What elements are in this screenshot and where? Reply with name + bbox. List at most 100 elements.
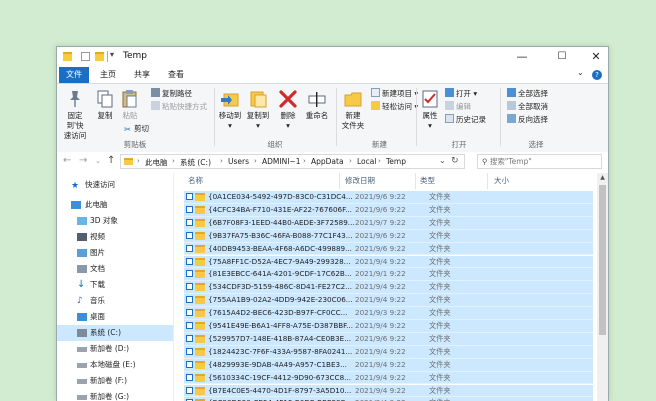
table-row[interactable]: {75A8FF1C-D52A-4EC7-9A49-299328... 2021/9… — [184, 255, 593, 269]
paste-button[interactable]: 粘贴 — [119, 87, 141, 121]
row-checkbox[interactable] — [186, 296, 193, 304]
customize-qat-icon[interactable]: ▾ — [110, 50, 114, 59]
column-header-type[interactable]: 类型 — [420, 173, 435, 189]
table-row[interactable]: {BC98D530-CE54-4F15-B0DB-BBE59E...2021/9… — [184, 397, 593, 401]
recent-locations-icon[interactable]: ⌄ — [95, 157, 101, 165]
row-checkbox[interactable] — [186, 283, 193, 291]
properties-quick-icon[interactable] — [81, 52, 90, 61]
column-header-name[interactable]: 名称 — [188, 173, 203, 189]
nav-item-drive-f[interactable]: 新加卷 (F:) — [57, 373, 173, 389]
nav-item-this-pc[interactable]: 此电脑 — [57, 197, 173, 213]
minimize-button[interactable]: — — [505, 47, 539, 67]
nav-item-desktop[interactable]: 桌面 — [57, 309, 173, 325]
copy-to-button[interactable]: 复制到 ▾ — [245, 87, 271, 131]
column-divider[interactable] — [487, 173, 488, 189]
nav-item-drive-e[interactable]: 本地磁盘 (E:) — [57, 357, 173, 373]
copy-path-button[interactable]: 复制路径 — [151, 88, 192, 99]
scrollbar-thumb[interactable] — [599, 185, 606, 335]
address-bar[interactable]: › 此电脑 › 系统 (C:) › Users › ADMINI~1 › App… — [120, 154, 465, 169]
column-header-date[interactable]: 修改日期 — [345, 173, 375, 189]
history-button[interactable]: 历史记录 — [445, 114, 486, 125]
table-row[interactable]: {81E3EBCC-641A-4201-9CDF-17C62B... 2021/9… — [184, 268, 593, 282]
table-row[interactable]: {529957D7-148E-418B-87A4-CE0B3E... 2021/9… — [184, 332, 593, 346]
nav-item-drive-d[interactable]: 新加卷 (D:) — [57, 341, 173, 357]
new-folder-quick-icon[interactable] — [95, 52, 104, 61]
table-row[interactable]: {5610334C-19CF-4412-9D90-673CC8... 2021/9… — [184, 371, 593, 385]
properties-button[interactable]: 属性 ▾ — [419, 87, 441, 131]
table-row[interactable]: {534CDF3D-5159-486C-8D41-FE27C2... 2021/9… — [184, 281, 593, 295]
breadcrumb-users[interactable]: Users — [228, 157, 249, 166]
edit-button[interactable]: 编辑 — [445, 101, 471, 112]
delete-button[interactable]: 删除 ▾ — [277, 87, 299, 131]
nav-item-3d-objects[interactable]: 3D 对象 — [57, 213, 173, 229]
breadcrumb-local[interactable]: Local — [357, 157, 376, 166]
help-icon[interactable]: ? — [592, 70, 602, 80]
close-button[interactable]: ✕ — [579, 47, 608, 67]
table-row[interactable]: {9B37FA75-B36C-46FA-B088-77C1F43... 2021/… — [184, 229, 593, 243]
table-row[interactable]: {755AA1B9-02A2-4DD9-942E-230C06... 2021/9… — [184, 294, 593, 308]
breadcrumb-system-c[interactable]: 系统 (C:) — [180, 157, 211, 168]
table-row[interactable]: {40DB9453-BEAA-4F68-A6DC-499889... 2021/9… — [184, 242, 593, 256]
rename-button[interactable]: 重命名 — [302, 87, 332, 121]
column-divider[interactable] — [415, 173, 416, 189]
column-header-size[interactable]: 大小 — [494, 173, 509, 189]
search-input[interactable]: ⚲ 搜索"Temp" — [477, 154, 602, 169]
tab-home[interactable]: 主页 — [93, 67, 123, 83]
paste-shortcut-button[interactable]: 粘贴快捷方式 — [151, 101, 207, 112]
address-dropdown-icon[interactable]: ⌄ — [439, 156, 446, 165]
row-checkbox[interactable] — [186, 270, 193, 278]
nav-item-quick-access[interactable]: ★ 快速访问 — [57, 177, 173, 193]
up-arrow-icon[interactable]: ↑ — [107, 155, 115, 166]
breadcrumb-this-pc[interactable]: 此电脑 — [145, 157, 168, 168]
table-row[interactable]: {6B7F08F3-1EED-44B0-AEDE-3F72589... 2021/… — [184, 216, 593, 230]
row-checkbox[interactable] — [186, 309, 193, 317]
nav-item-documents[interactable]: 文档 — [57, 261, 173, 277]
row-checkbox[interactable] — [186, 360, 193, 368]
row-checkbox[interactable] — [186, 231, 193, 239]
scroll-up-icon[interactable]: ▲ — [597, 173, 608, 183]
table-row[interactable]: {9541E49E-B6A1-4FF8-A75E-D387BBF... 2021/… — [184, 320, 593, 333]
easy-access-button[interactable]: 轻松访问 ▾ — [371, 101, 418, 112]
pin-quick-access-button[interactable]: 固定到'快 速访问 — [60, 87, 90, 141]
row-checkbox[interactable] — [186, 244, 193, 252]
tab-file[interactable]: 文件 — [59, 67, 89, 83]
nav-item-system-c[interactable]: 系统 (C:) — [57, 325, 173, 341]
copy-button[interactable]: 复制 — [94, 87, 116, 121]
row-checkbox[interactable] — [186, 334, 193, 342]
row-checkbox[interactable] — [186, 193, 193, 200]
table-row[interactable]: {0A1CE034-5492-497D-83C0-C31DC4... 2021/9… — [184, 191, 593, 204]
row-checkbox[interactable] — [186, 386, 193, 394]
cut-button[interactable]: ✂ 剪切 — [123, 123, 149, 134]
new-folder-button[interactable]: 新建 文件夹 — [340, 87, 366, 131]
tab-view[interactable]: 查看 — [161, 67, 191, 83]
breadcrumb-admin[interactable]: ADMINI~1 — [262, 157, 300, 166]
invert-selection-button[interactable]: 反向选择 — [507, 114, 548, 125]
nav-item-videos[interactable]: 视频 — [57, 229, 173, 245]
row-checkbox[interactable] — [186, 205, 193, 213]
row-checkbox[interactable] — [186, 347, 193, 355]
column-divider[interactable] — [339, 173, 340, 189]
table-row[interactable]: {1824423C-7F6F-433A-9587-8FA0241... 2021/… — [184, 345, 593, 359]
row-checkbox[interactable] — [186, 257, 193, 265]
table-row[interactable]: {7615A4D2-BEC6-423D-B97F-CF0CC... 2021/9/… — [184, 307, 593, 320]
table-row[interactable]: {4CFC34BA-F710-431E-AF22-767606F... 2021/… — [184, 203, 593, 217]
nav-item-drive-g[interactable]: 新加卷 (G:) — [57, 389, 173, 401]
move-to-button[interactable]: 移动到 ▾ — [217, 87, 243, 131]
nav-item-pictures[interactable]: 图片 — [57, 245, 173, 261]
new-item-button[interactable]: 新建项目 ▾ — [371, 88, 418, 99]
row-checkbox[interactable] — [186, 373, 193, 381]
open-button[interactable]: 打开 ▾ — [445, 88, 477, 99]
vertical-scrollbar[interactable]: ▲ — [597, 173, 608, 401]
tab-share[interactable]: 共享 — [127, 67, 157, 83]
table-row[interactable]: {4829993E-9DAB-4A49-A957-C1BE3... 2021/9/… — [184, 358, 593, 372]
back-arrow-icon[interactable]: ← — [63, 155, 71, 166]
row-checkbox[interactable] — [186, 322, 193, 329]
select-none-button[interactable]: 全部取消 — [507, 101, 548, 112]
row-checkbox[interactable] — [186, 218, 193, 226]
nav-item-music[interactable]: ♪ 音乐 — [57, 293, 173, 309]
forward-arrow-icon[interactable]: → — [79, 155, 87, 166]
refresh-icon[interactable]: ↻ — [451, 156, 459, 166]
breadcrumb-appdata[interactable]: AppData — [311, 157, 344, 166]
nav-item-downloads[interactable]: ↓ 下载 — [57, 277, 173, 293]
breadcrumb-temp[interactable]: Temp — [386, 157, 406, 166]
